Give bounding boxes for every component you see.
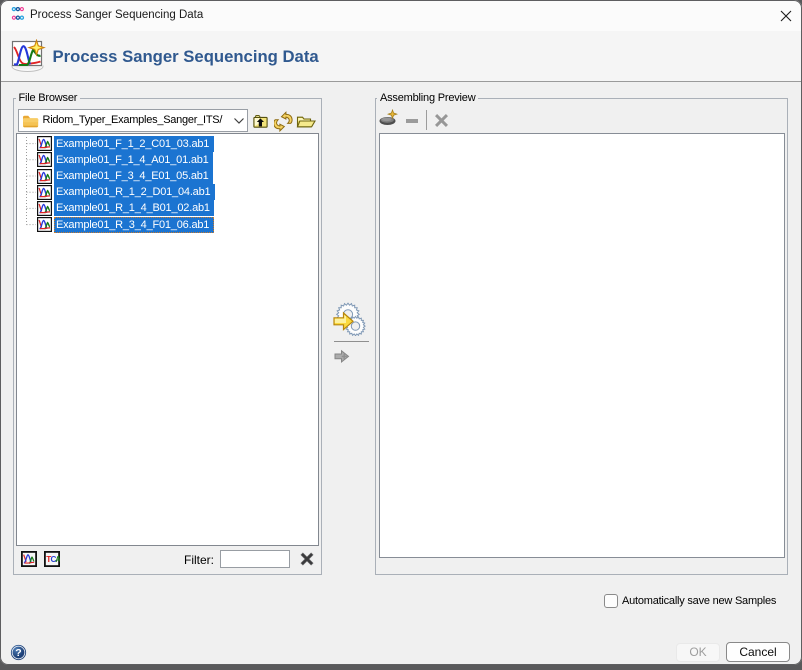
svg-text:?: ? — [15, 647, 21, 659]
svg-text:A: A — [55, 555, 60, 564]
